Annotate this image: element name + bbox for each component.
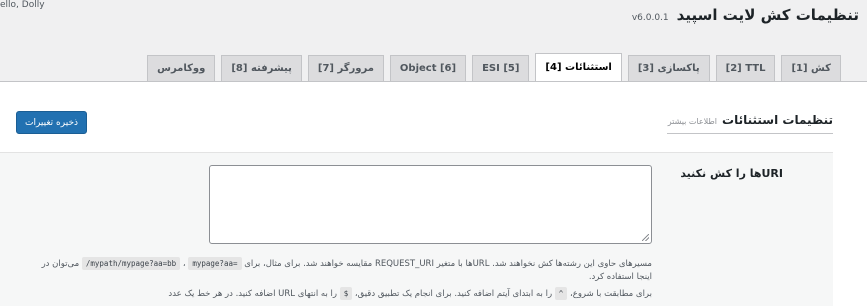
tab-purge[interactable]: [3] پاکسازی bbox=[627, 55, 710, 82]
description-text: مسیرهای حاوی این رشته‌ها کش نخواهند شد. … bbox=[244, 259, 652, 269]
code-caret: ^ bbox=[554, 287, 568, 300]
save-changes-button[interactable]: ذخیره تغییرات bbox=[16, 111, 87, 134]
description-line-1: مسیرهای حاوی این رشته‌ها کش نخواهند شد. … bbox=[41, 257, 652, 270]
page-header: تنظیمات کش لایت اسپید v6.0.0.1 bbox=[632, 6, 859, 24]
section-divider bbox=[667, 133, 833, 134]
description-text: برای مطابقت با شروع، bbox=[570, 289, 652, 299]
version-label: v6.0.0.1 bbox=[631, 13, 669, 23]
description-text: می‌توان در bbox=[41, 259, 80, 269]
tab-advanced[interactable]: [8] پیشرفته bbox=[221, 55, 302, 82]
learn-more-link[interactable]: اطلاعات بیشتر bbox=[668, 117, 717, 126]
code-example-mypath: /mypath/mypage?aa=bb bbox=[81, 257, 181, 270]
tab-ttl[interactable]: [2] TTL bbox=[715, 55, 776, 82]
tab-object[interactable]: Object [6] bbox=[389, 55, 467, 82]
description-line-2: اینجا استفاده کرد. bbox=[588, 272, 652, 282]
tab-bar: [1] کش [2] TTL [3] پاکسازی [4] استثنائات… bbox=[141, 53, 841, 82]
tab-excludes[interactable]: [4] استثنائات bbox=[535, 53, 622, 82]
code-example-mypage: mypage?aa= bbox=[188, 257, 242, 270]
greeting-text: ello, Dolly bbox=[0, 0, 45, 10]
do-not-cache-uris-textarea[interactable] bbox=[209, 165, 652, 244]
description-text: را به انتهای URL اضافه کنید. در هر خط یک… bbox=[168, 289, 337, 299]
do-not-cache-uris-label: URIها را کش نکنید bbox=[680, 167, 783, 180]
resize-handle-icon[interactable] bbox=[642, 234, 649, 241]
page-title: تنظیمات کش لایت اسپید bbox=[676, 6, 859, 24]
tab-browser[interactable]: [7] مرورگر bbox=[307, 55, 384, 82]
tab-woocommerce[interactable]: ووکامرس bbox=[147, 55, 216, 82]
code-dollar: $ bbox=[339, 287, 353, 300]
tab-esi[interactable]: ESI [5] bbox=[472, 55, 530, 82]
description-line-3: برای مطابقت با شروع، ^ را به ابتدای آیتم… bbox=[10, 287, 652, 301]
section-header: تنظیمات استثنائات اطلاعات بیشتر bbox=[668, 113, 833, 127]
tab-cache[interactable]: [1] کش bbox=[781, 55, 841, 82]
section-title: تنظیمات استثنائات bbox=[722, 113, 833, 127]
description-text: را به ابتدای آیتم اضافه کنید. برای انجام… bbox=[354, 289, 553, 299]
